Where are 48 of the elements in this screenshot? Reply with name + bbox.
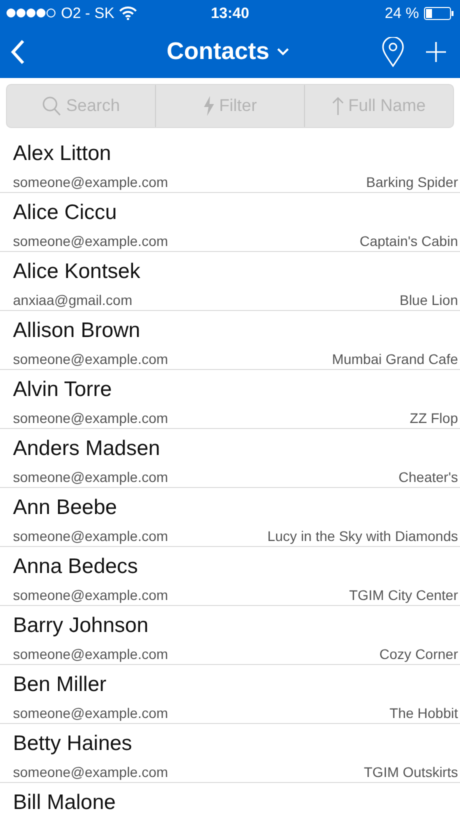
carrier-name: O2 - SK (61, 4, 114, 22)
contact-company: TGIM Outskirts (364, 764, 458, 780)
contact-name[interactable]: Betty Haines (0, 724, 460, 759)
contact-email: someone@example.com (13, 469, 168, 485)
contact-email: someone@example.com (13, 705, 168, 721)
contact-name[interactable]: Bill Malone (0, 783, 460, 818)
contact-company: Lucy in the Sky with Diamonds (267, 528, 458, 544)
contact-email: someone@example.com (13, 233, 168, 249)
contact-email: anxiaa@gmail.com (13, 292, 132, 308)
contact-name[interactable]: Anders Madsen (0, 429, 460, 464)
contact-email: someone@example.com (13, 351, 168, 367)
contact-name[interactable]: Alvin Torre (0, 370, 460, 405)
battery-percent: 24 % (384, 4, 419, 22)
contact-email: someone@example.com (13, 410, 168, 426)
contact-company: Mumbai Grand Cafe (332, 351, 458, 367)
contact-company: ZZ Flop (410, 410, 458, 426)
contact-email: someone@example.com (13, 174, 168, 190)
location-pin-icon[interactable] (382, 37, 404, 67)
contact-name[interactable]: Alex Litton (0, 134, 460, 169)
back-icon[interactable] (10, 39, 26, 65)
contact-company: Cheater's (398, 469, 458, 485)
contact-name[interactable]: Barry Johnson (0, 606, 460, 641)
up-arrow-icon (332, 96, 344, 116)
contact-email: someone@example.com (13, 646, 168, 662)
contact-name[interactable]: Alice Ciccu (0, 193, 460, 228)
contact-company: The Hobbit (390, 705, 458, 721)
contact-company: TGIM City Center (349, 587, 458, 603)
contact-company: Blue Lion (400, 292, 458, 308)
chevron-down-icon[interactable] (277, 48, 290, 56)
contact-name[interactable]: Allison Brown (0, 311, 460, 346)
clock-time: 13:40 (210, 4, 250, 22)
contact-company: Cozy Corner (379, 646, 458, 662)
contact-name[interactable]: Ben Miller (0, 665, 460, 700)
contact-email: someone@example.com (13, 528, 168, 544)
contact-email: someone@example.com (13, 587, 168, 603)
contact-company: Barking Spider (366, 174, 458, 190)
battery-icon (424, 6, 454, 20)
signal-icon (6, 8, 56, 18)
add-icon[interactable] (426, 42, 446, 62)
contact-name[interactable]: Anna Bedecs (0, 547, 460, 582)
contact-company: Captain's Cabin (360, 233, 458, 249)
search-icon (42, 95, 62, 117)
contact-name[interactable]: Ann Beebe (0, 488, 460, 523)
contact-email: someone@example.com (13, 764, 168, 780)
screen-title[interactable]: Contacts (166, 38, 270, 66)
wifi-icon (119, 6, 138, 20)
contact-name[interactable]: Alice Kontsek (0, 252, 460, 287)
lightning-icon (203, 96, 216, 116)
